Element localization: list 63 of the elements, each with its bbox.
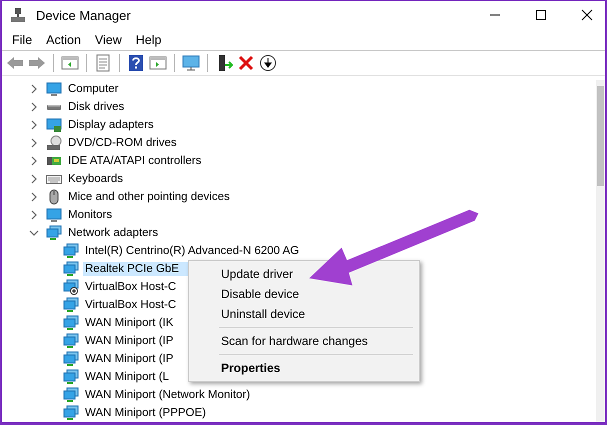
context-menu-item[interactable]: Disable device [189, 284, 419, 304]
menu-item[interactable]: Action [46, 32, 81, 47]
tree-item[interactable]: DVD/CD-ROM drives [66, 136, 179, 150]
download-icon[interactable] [259, 54, 277, 72]
expand-chevron-icon[interactable] [29, 102, 39, 112]
collapse-chevron-icon[interactable] [29, 228, 39, 238]
tree-item[interactable]: Computer [66, 82, 120, 96]
context-menu-item[interactable]: Uninstall device [189, 304, 419, 324]
display-adapter-icon [46, 117, 62, 133]
expand-chevron-icon[interactable] [29, 192, 39, 202]
expand-chevron-icon[interactable] [29, 138, 39, 148]
tree-item[interactable]: WAN Miniport (IP [83, 352, 176, 366]
network-adapter-icon [63, 333, 79, 349]
tree-item[interactable]: Monitors [66, 208, 114, 222]
tree-item[interactable]: Intel(R) Centrino(R) Advanced-N 6200 AG [83, 244, 302, 258]
tree-item[interactable]: Keyboards [66, 172, 125, 186]
tree-item[interactable]: Network adapters [66, 226, 160, 240]
tree-item[interactable]: IDE ATA/ATAPI controllers [66, 154, 204, 168]
tree-item[interactable]: WAN Miniport (IK [83, 316, 176, 330]
monitor-scan-icon[interactable] [182, 54, 200, 72]
scrollbar[interactable] [596, 80, 605, 422]
network-adapter-icon [63, 369, 79, 385]
network-adapter-icon [63, 387, 79, 403]
network-adapter-icon [63, 351, 79, 367]
expand-chevron-icon[interactable] [29, 156, 39, 166]
network-adapter-icon [63, 279, 79, 295]
network-adapter-icon [63, 297, 79, 313]
tree-item[interactable]: Mice and other pointing devices [66, 190, 232, 204]
disk-drive-icon [47, 104, 61, 110]
menu-item[interactable]: View [94, 32, 122, 47]
device-manager-icon [10, 7, 26, 24]
properties-icon[interactable] [94, 54, 112, 72]
tree-item[interactable]: Disk drives [66, 100, 126, 114]
maximize-icon[interactable] [535, 9, 547, 22]
help-icon[interactable] [127, 54, 145, 72]
context-menu-item[interactable]: Properties [189, 358, 419, 378]
monitor-icon [46, 207, 62, 223]
expand-chevron-icon[interactable] [29, 120, 39, 130]
network-adapter-icon [63, 243, 79, 259]
action-pane-icon[interactable] [149, 54, 167, 72]
expand-chevron-icon[interactable] [29, 174, 39, 184]
menu-item[interactable]: File [12, 32, 32, 47]
tree-item[interactable]: VirtualBox Host-C [83, 280, 178, 294]
network-adapter-icon [63, 315, 79, 331]
tree-item[interactable]: WAN Miniport (IP [83, 334, 176, 348]
monitor-icon [46, 81, 62, 97]
network-adapter-icon [63, 405, 79, 421]
expand-chevron-icon[interactable] [29, 84, 39, 94]
tree-item[interactable]: WAN Miniport (PPPOE) [83, 406, 208, 420]
close-icon[interactable] [581, 9, 593, 22]
tree-item[interactable]: WAN Miniport (L [83, 370, 171, 384]
menu-item[interactable]: Help [136, 32, 162, 47]
expand-chevron-icon[interactable] [29, 210, 39, 220]
window-title: Device Manager [36, 8, 131, 23]
tree-item[interactable]: WAN Miniport (Network Monitor) [83, 388, 252, 402]
network-adapter-icon [46, 225, 62, 241]
context-menu-item[interactable]: Scan for hardware changes [189, 331, 419, 351]
tree-item[interactable]: VirtualBox Host-C [83, 298, 178, 312]
dvd-drive-icon [46, 135, 62, 151]
console-tree-icon[interactable] [61, 54, 79, 72]
network-adapter-icon [63, 261, 79, 277]
tree-item[interactable]: Display adapters [66, 118, 156, 132]
uninstall-x-icon[interactable] [237, 54, 255, 72]
